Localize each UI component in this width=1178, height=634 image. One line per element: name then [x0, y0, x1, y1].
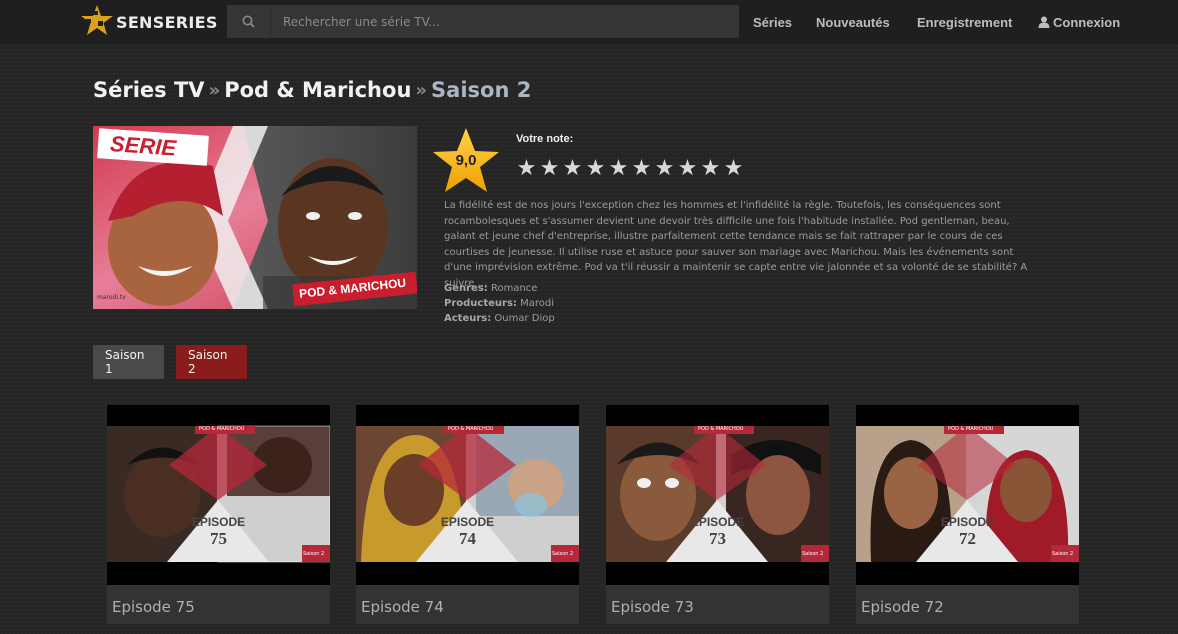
site-logo[interactable]: SENSERIES	[80, 2, 220, 42]
meta-producers-label: Producteurs:	[444, 298, 517, 309]
breadcrumb-separator: »	[415, 79, 428, 101]
meta-genres-value: Romance	[490, 283, 538, 294]
nav-login-label: Connexion	[1053, 14, 1121, 30]
vote-star-6[interactable]: ★	[630, 156, 653, 182]
meta-producers: Producteurs: Marodi	[444, 298, 554, 309]
episode-title[interactable]: Episode 72	[861, 598, 944, 616]
episode-card-72[interactable]: POD & MARICHOU EPISODE 72 Saison 2 Episo…	[856, 405, 1079, 624]
vote-stars: ★ ★ ★ ★ ★ ★ ★ ★ ★ ★	[515, 156, 745, 182]
episode-title[interactable]: Episode 75	[112, 598, 195, 616]
vote-star-4[interactable]: ★	[584, 156, 607, 182]
nav-login-link[interactable]: Connexion	[1038, 15, 1120, 30]
episode-thumbnail[interactable]: POD & MARICHOU EPISODE 74 Saison 2	[356, 405, 579, 585]
episode-thumb-number: 72	[959, 529, 976, 548]
show-poster: SERIE POD & MARICHOU marodi.tv	[93, 126, 417, 309]
episode-thumb-header: POD & MARICHOU	[199, 426, 245, 432]
episode-title[interactable]: Episode 73	[611, 598, 694, 616]
nav-series-link[interactable]: Séries	[753, 15, 792, 30]
episode-thumb-header: POD & MARICHOU	[698, 426, 744, 432]
episode-thumb-season: Saison 2	[552, 551, 574, 557]
episode-thumb-header: POD & MARICHOU	[448, 426, 494, 432]
search-bar	[227, 5, 739, 38]
episode-artwork	[856, 426, 1079, 562]
episode-artwork	[356, 426, 579, 562]
vote-star-2[interactable]: ★	[538, 156, 561, 182]
episode-thumb-word: EPISODE	[690, 515, 745, 529]
vote-star-9[interactable]: ★	[699, 156, 722, 182]
episode-card-74[interactable]: POD & MARICHOU EPISODE 74 Saison 2 Episo…	[356, 405, 579, 624]
nav-recording-link[interactable]: Enregistrement	[917, 15, 1012, 30]
meta-actors: Acteurs: Oumar Diop	[444, 313, 555, 324]
user-icon	[1038, 16, 1050, 28]
meta-actors-value: Oumar Diop	[494, 313, 555, 324]
breadcrumb-current-season: Saison 2	[431, 78, 532, 102]
breadcrumb: Séries TV » Pod & Marichou » Saison 2	[93, 75, 531, 105]
vote-star-10[interactable]: ★	[722, 156, 745, 182]
tab-season-2[interactable]: Saison 2	[176, 345, 247, 379]
episode-thumb-season: Saison 2	[1052, 551, 1074, 557]
breadcrumb-show[interactable]: Pod & Marichou	[224, 78, 411, 102]
search-icon	[242, 15, 255, 28]
poster-badge-text: SERIE	[109, 131, 177, 161]
meta-genres: Genres: Romance	[444, 283, 537, 294]
tab-season-1[interactable]: Saison 1	[93, 345, 164, 379]
vote-star-5[interactable]: ★	[607, 156, 630, 182]
episode-thumb-number: 75	[210, 529, 227, 548]
episode-thumbnail[interactable]: POD & MARICHOU EPISODE 75 Saison 2	[107, 405, 330, 585]
logo-text: SENSERIES	[116, 12, 218, 32]
meta-genres-label: Genres:	[444, 283, 488, 294]
show-description: La fidélité est de nos jours l'exception…	[444, 200, 1028, 289]
episode-thumb-header: POD & MARICHOU	[948, 426, 994, 432]
vote-star-1[interactable]: ★	[515, 156, 538, 182]
rating-value: 9,0	[455, 152, 477, 169]
meta-producers-value: Marodi	[520, 298, 554, 309]
episode-thumb-number: 74	[459, 529, 476, 548]
vote-star-7[interactable]: ★	[653, 156, 676, 182]
episode-thumb-number: 73	[709, 529, 726, 548]
episode-thumbnail[interactable]: POD & MARICHOU EPISODE 72 Saison 2	[856, 405, 1079, 585]
episode-thumb-season: Saison 2	[303, 551, 325, 557]
episode-thumb-season: Saison 2	[802, 551, 824, 557]
meta-actors-label: Acteurs:	[444, 313, 492, 324]
episode-thumb-word: EPISODE	[940, 515, 995, 529]
search-input[interactable]	[271, 5, 739, 38]
episode-thumb-word: EPISODE	[191, 515, 246, 529]
episode-card-75[interactable]: POD & MARICHOU EPISODE 75 Saison 2 Episo…	[107, 405, 330, 624]
episode-card-73[interactable]: POD & MARICHOU EPISODE 73 Saison 2 Episo…	[606, 405, 829, 624]
episode-artwork	[606, 426, 829, 562]
vote-star-3[interactable]: ★	[561, 156, 584, 182]
search-button[interactable]	[227, 5, 271, 38]
episode-thumb-word: EPISODE	[440, 515, 495, 529]
breadcrumb-series-tv[interactable]: Séries TV	[93, 78, 205, 102]
nav-new-link[interactable]: Nouveautés	[816, 15, 890, 30]
episode-thumbnail[interactable]: POD & MARICHOU EPISODE 73 Saison 2	[606, 405, 829, 585]
breadcrumb-separator: »	[208, 79, 221, 101]
top-navbar: SENSERIES Séries Nouveautés Enregistreme…	[0, 0, 1178, 44]
episode-title[interactable]: Episode 74	[361, 598, 444, 616]
vote-star-8[interactable]: ★	[676, 156, 699, 182]
poster-channel-logo: marodi.tv	[97, 294, 126, 301]
vote-label: Votre note:	[516, 133, 574, 145]
episode-artwork	[107, 425, 330, 563]
logo-star-icon	[81, 5, 113, 35]
